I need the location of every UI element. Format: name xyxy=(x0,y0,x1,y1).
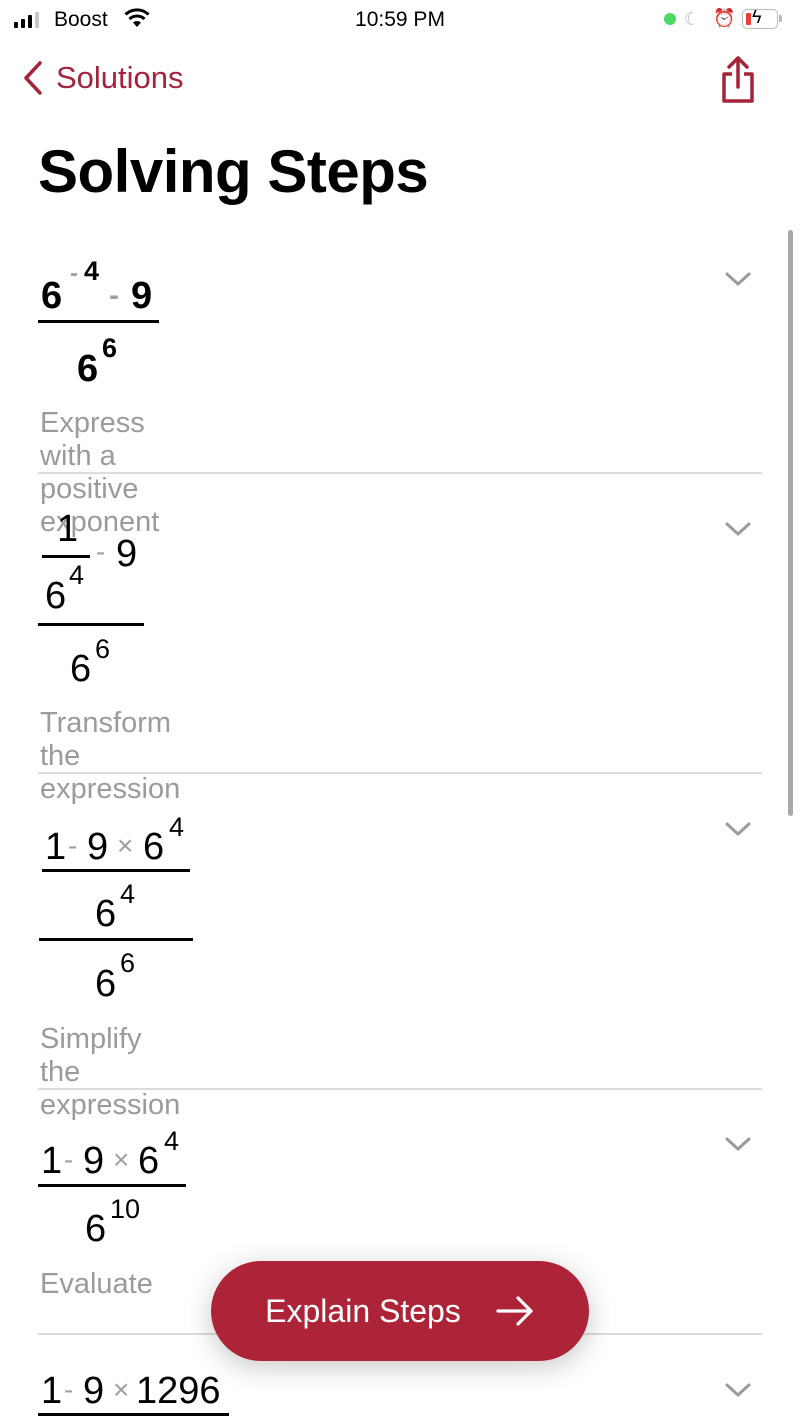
math-den-exp: 6 xyxy=(95,634,111,664)
step-caption: Evaluate xyxy=(40,1268,153,1300)
math-mid-exp: 4 xyxy=(120,879,136,909)
math-value: 1296 xyxy=(136,1370,221,1412)
step-caption: Transform the expression xyxy=(40,707,181,805)
math-minus: - xyxy=(64,1144,74,1175)
chevron-left-icon xyxy=(24,61,42,95)
math-nine: 9 xyxy=(87,826,109,868)
fraction-bar xyxy=(38,1184,186,1187)
step-caption: Simplify the expression xyxy=(40,1023,181,1121)
explain-steps-button[interactable]: Explain Steps xyxy=(211,1261,589,1361)
math-nine: 9 xyxy=(131,275,153,317)
math-den-exp: 6 xyxy=(102,333,118,363)
math-exponent: 4 xyxy=(84,256,100,286)
divider xyxy=(38,772,762,774)
math-inner-base: 6 xyxy=(45,575,67,617)
chevron-down-icon[interactable] xyxy=(724,1135,752,1153)
chevron-down-icon[interactable] xyxy=(724,270,752,288)
math-base: 6 xyxy=(41,275,63,317)
math-exp: 4 xyxy=(169,812,185,842)
recording-dot-icon xyxy=(664,13,676,25)
chevron-down-icon[interactable] xyxy=(724,820,752,838)
back-button[interactable]: Solutions xyxy=(22,60,184,96)
math-one: 1 xyxy=(57,508,79,550)
math-exp-sign: - xyxy=(70,260,78,287)
clock: 10:59 PM xyxy=(355,8,445,31)
scrollbar[interactable] xyxy=(788,230,793,816)
page-title: Solving Steps xyxy=(38,138,429,205)
inner-fraction-bar xyxy=(42,555,90,558)
math-mid-base: 6 xyxy=(95,893,117,935)
math-inner-exp: 4 xyxy=(69,560,85,590)
math-den-base: 6 xyxy=(70,648,92,690)
share-icon xyxy=(722,56,754,103)
math-six: 6 xyxy=(143,826,165,868)
back-label: Solutions xyxy=(56,60,184,95)
math-nine: 9 xyxy=(83,1370,105,1412)
fraction-bar xyxy=(38,1413,229,1416)
math-exp: 4 xyxy=(164,1126,180,1156)
share-button[interactable] xyxy=(718,56,758,109)
math-den-exp: 10 xyxy=(110,1194,141,1224)
divider xyxy=(38,472,762,474)
math-minus: - xyxy=(96,536,106,567)
math-den-exp: 6 xyxy=(120,948,136,978)
fraction-bar xyxy=(39,938,193,941)
math-one: 1 xyxy=(45,826,67,868)
explain-steps-label: Explain Steps xyxy=(265,1292,461,1329)
chevron-down-icon[interactable] xyxy=(724,520,752,538)
moon-icon: ☾ xyxy=(684,9,701,29)
math-nine: 9 xyxy=(83,1140,105,1182)
battery-charging-icon: ϟ xyxy=(742,7,778,29)
battery-nub xyxy=(779,15,782,22)
math-times: × xyxy=(113,1144,130,1175)
math-times: × xyxy=(113,1374,130,1405)
math-nine: 9 xyxy=(116,533,138,575)
math-minus: - xyxy=(68,830,78,861)
arrow-right-icon xyxy=(496,1296,533,1326)
status-bar: Boost 10:59 PM ☾ ⏰ ϟ xyxy=(0,0,800,40)
math-one: 1 xyxy=(41,1370,63,1412)
chevron-down-icon[interactable] xyxy=(724,1381,752,1399)
math-one: 1 xyxy=(41,1140,63,1182)
alarm-icon: ⏰ xyxy=(713,8,736,28)
inner-fraction-bar xyxy=(42,869,190,872)
divider xyxy=(38,1088,762,1090)
math-six: 6 xyxy=(138,1140,160,1182)
fraction-bar xyxy=(38,623,144,626)
math-times: × xyxy=(117,830,134,861)
math-minus: - xyxy=(109,279,119,312)
fraction-bar xyxy=(38,320,159,323)
math-den-base: 6 xyxy=(77,348,99,390)
math-minus: - xyxy=(64,1374,74,1405)
math-den-base: 6 xyxy=(85,1208,107,1250)
math-den-base: 6 xyxy=(95,963,117,1005)
